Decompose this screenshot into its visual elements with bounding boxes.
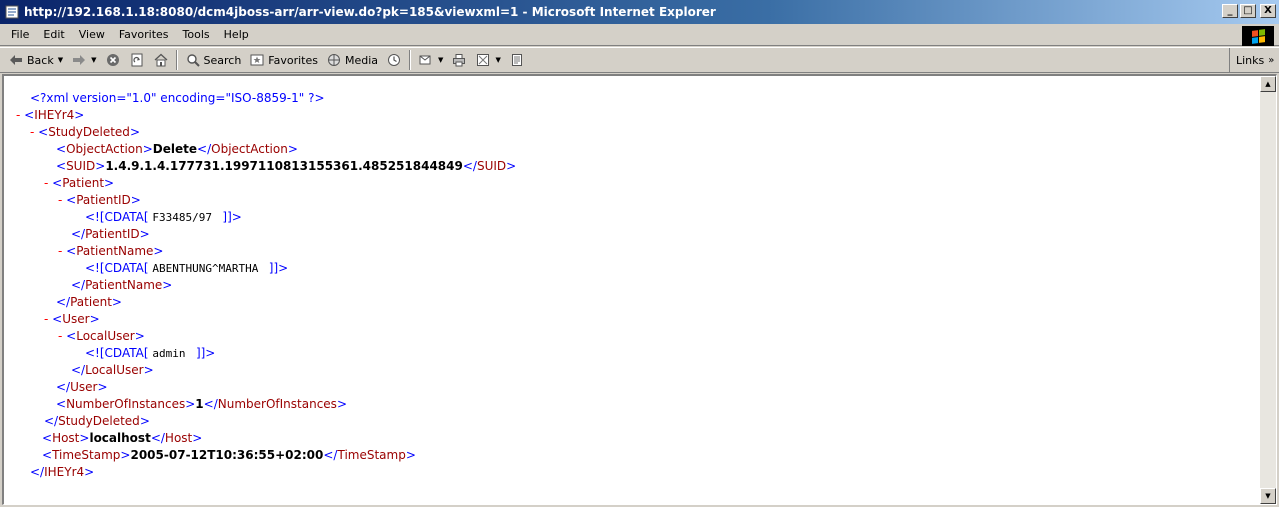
windows-logo-icon (1242, 26, 1274, 46)
discuss-button[interactable] (505, 49, 529, 71)
forward-arrow-icon (71, 52, 87, 68)
scroll-down-button[interactable]: ▼ (1260, 488, 1276, 504)
xml-host: <Host>localhost</Host> (42, 431, 203, 445)
history-button[interactable] (382, 49, 406, 71)
home-button[interactable] (149, 49, 173, 71)
favorites-label: Favorites (268, 53, 318, 67)
xml-node-user[interactable]: - <User> (16, 311, 516, 328)
toolbar: Back ▼ ▼ Search Favorites Media ▼ ▼ Link… (0, 47, 1279, 73)
ie-page-icon (4, 4, 20, 20)
refresh-icon (129, 52, 145, 68)
collapse-toggle: - (58, 329, 63, 343)
links-label: Links (1236, 54, 1265, 67)
print-button[interactable] (447, 49, 471, 71)
chevron-right-icon[interactable]: » (1268, 55, 1274, 66)
xml-node-patient[interactable]: - <Patient> (16, 175, 516, 192)
collapse-toggle: - (30, 125, 35, 139)
search-icon (185, 52, 201, 68)
menu-help[interactable]: Help (217, 28, 256, 41)
links-toolbar[interactable]: Links » (1229, 48, 1279, 73)
menu-edit[interactable]: Edit (36, 28, 71, 41)
xml-patient-close: </Patient> (56, 295, 122, 309)
edit-dropdown-icon[interactable]: ▼ (495, 56, 500, 64)
title-bar: http://192.168.1.18:8080/dcm4jboss-arr/a… (0, 0, 1279, 24)
toolbar-separator (175, 50, 178, 70)
collapse-toggle: - (58, 193, 63, 207)
xml-patientid-cdata: <![CDATA[ F33485/97 ]]> (85, 210, 242, 224)
collapse-toggle: - (44, 176, 49, 190)
xml-declaration: <?xml version="1.0" encoding="ISO-8859-1… (30, 91, 325, 105)
xml-node-studydeleted[interactable]: - <StudyDeleted> (16, 124, 516, 141)
back-button[interactable]: Back ▼ (4, 49, 67, 71)
media-icon (326, 52, 342, 68)
xml-user-close: </User> (56, 380, 108, 394)
window-title: http://192.168.1.18:8080/dcm4jboss-arr/a… (24, 5, 716, 19)
xml-root-close: </IHEYr4> (30, 465, 95, 479)
media-label: Media (345, 53, 379, 67)
history-icon (386, 52, 402, 68)
xml-suid: <SUID>1.4.9.1.4.177731.1997110813155361.… (56, 159, 517, 173)
mail-button[interactable]: ▼ (414, 49, 447, 71)
edit-button[interactable]: ▼ (471, 49, 504, 71)
xml-node-patientname[interactable]: - <PatientName> (16, 243, 516, 260)
favorites-star-icon (249, 52, 265, 68)
back-label: Back (27, 53, 54, 67)
menu-file[interactable]: File (4, 28, 36, 41)
xml-node-localuser[interactable]: - <LocalUser> (16, 328, 516, 345)
stop-button[interactable] (101, 49, 125, 71)
edit-page-icon (475, 52, 491, 68)
xml-patientid-close: </PatientID> (71, 227, 150, 241)
media-button[interactable]: Media (322, 49, 382, 71)
close-button[interactable]: X (1260, 4, 1276, 18)
search-label: Search (203, 53, 242, 67)
stop-icon (105, 52, 121, 68)
collapse-toggle: - (58, 244, 63, 258)
xml-studydeleted-close: </StudyDeleted> (44, 414, 150, 428)
minimize-button[interactable]: _ (1222, 4, 1238, 18)
xml-numberofinstances: <NumberOfInstances>1</NumberOfInstances> (56, 397, 347, 411)
search-button[interactable]: Search (181, 49, 246, 71)
xml-localuser-cdata: <![CDATA[ admin ]]> (85, 346, 216, 360)
menu-favorites[interactable]: Favorites (112, 28, 176, 41)
forward-button[interactable]: ▼ (67, 49, 100, 71)
forward-dropdown-icon[interactable]: ▼ (91, 56, 96, 64)
page-content: <?xml version="1.0" encoding="ISO-8859-1… (2, 74, 1277, 505)
toolbar-separator (409, 50, 412, 70)
back-dropdown-icon[interactable]: ▼ (58, 56, 63, 64)
xml-patientname-cdata: <![CDATA[ ABENTHUNG^MARTHA ]]> (85, 261, 289, 275)
mail-icon (418, 52, 434, 68)
xml-localuser-close: </LocalUser> (71, 363, 154, 377)
print-icon (451, 52, 467, 68)
xml-timestamp: <TimeStamp>2005-07-12T10:36:55+02:00</Ti… (42, 448, 416, 462)
menu-bar: File Edit View Favorites Tools Help (0, 24, 1279, 46)
menu-tools[interactable]: Tools (176, 28, 217, 41)
collapse-toggle: - (16, 108, 21, 122)
menu-view[interactable]: View (72, 28, 112, 41)
xml-patientname-close: </PatientName> (71, 278, 173, 292)
mail-dropdown-icon[interactable]: ▼ (438, 56, 443, 64)
favorites-button[interactable]: Favorites (245, 49, 322, 71)
maximize-button[interactable]: □ (1240, 4, 1256, 18)
vertical-scrollbar[interactable]: ▲ ▼ (1260, 76, 1276, 504)
xml-node-root[interactable]: - <IHEYr4> (16, 107, 516, 124)
scroll-up-button[interactable]: ▲ (1260, 76, 1276, 92)
xml-node-patientid[interactable]: - <PatientID> (16, 192, 516, 209)
discuss-icon (509, 52, 525, 68)
home-icon (153, 52, 169, 68)
collapse-toggle: - (44, 312, 49, 326)
xml-tree: <?xml version="1.0" encoding="ISO-8859-1… (16, 90, 516, 481)
xml-objectaction: <ObjectAction>Delete</ObjectAction> (56, 142, 298, 156)
refresh-button[interactable] (125, 49, 149, 71)
back-arrow-icon (8, 52, 24, 68)
